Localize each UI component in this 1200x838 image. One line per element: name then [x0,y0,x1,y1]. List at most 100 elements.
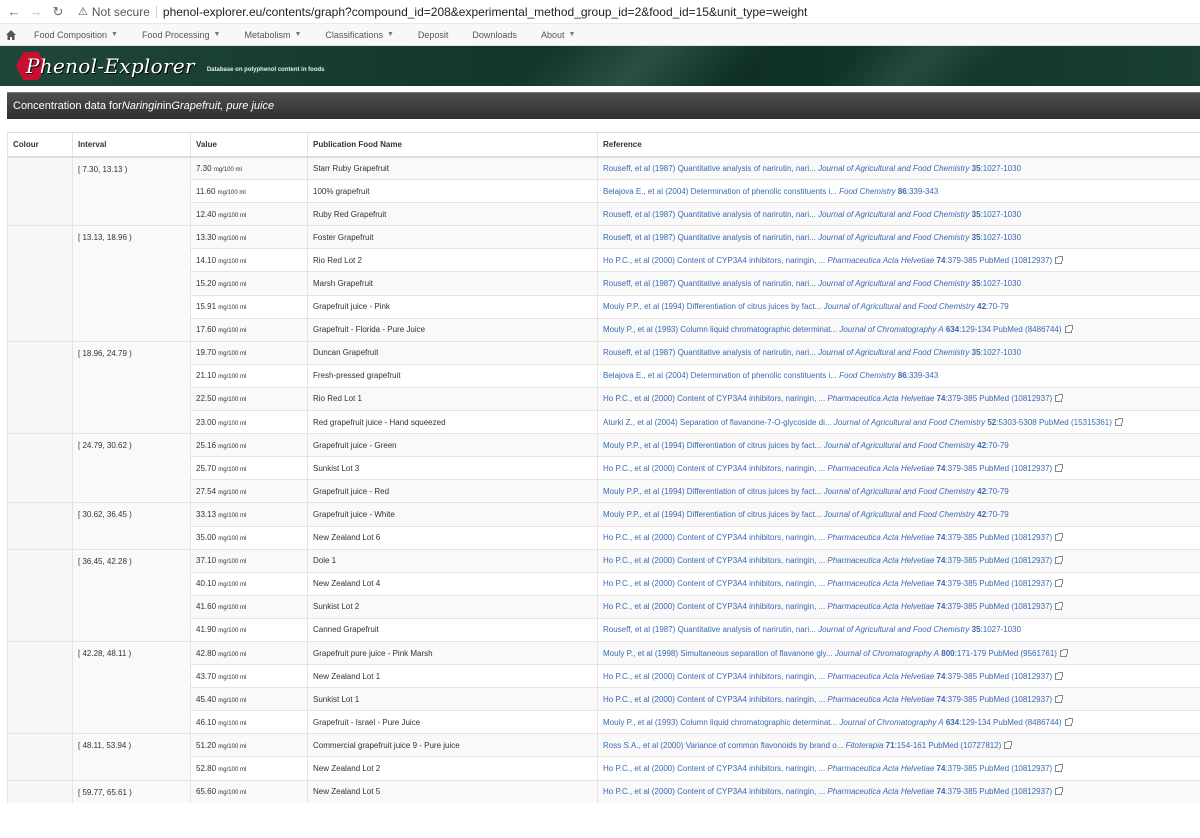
food-name-cell: Sunkist Lot 3 [307,456,598,480]
menu-item[interactable]: Food Composition ▼ [22,30,130,40]
reference-link[interactable]: Ho P.C., et al (2000) Content of CYP3A4 … [603,764,827,773]
value-unit: mg/100 ml [218,512,247,519]
caret-down-icon: ▼ [213,31,221,38]
external-link-icon[interactable] [1055,671,1064,680]
title-prefix: Concentration data for [13,100,122,112]
reference-cell: Mouly P., et al (1998) Simultaneous sepa… [597,640,1200,665]
phenol-explorer-logo[interactable]: Phenol-Explorer [10,51,195,81]
pubmed-link[interactable]: PubMed (10812937) [977,556,1052,565]
header-interval: Interval [72,132,191,158]
pubmed-link[interactable]: PubMed (15315361) [1037,418,1112,427]
external-link-icon[interactable] [1055,556,1064,565]
menu-item[interactable]: Downloads [460,30,529,40]
pubmed-link[interactable]: PubMed (10812937) [977,533,1052,542]
reference-link[interactable]: Mouly P., et al (1993) Column liquid chr… [603,718,839,727]
reference-link[interactable]: Rouseff, et al (1987) Quantitative analy… [603,164,818,173]
external-link-icon[interactable] [1004,740,1013,749]
reference-link[interactable]: Ho P.C., et al (2000) Content of CYP3A4 … [603,394,827,403]
value-number: 41.90 [196,625,217,635]
value-cell: 37.10 mg/100 ml [190,548,308,573]
reference-link[interactable]: Mouly P.P., et al (1994) Differentiation… [603,510,824,519]
reference-link[interactable]: Rouseff, et al (1987) Quantitative analy… [603,625,818,634]
url-box[interactable]: ⚠ Not secure phenol-explorer.eu/contents… [78,5,807,19]
reference-link[interactable]: Mouly P., et al (1998) Simultaneous sepa… [603,649,835,658]
value-unit: mg/100 ml [218,397,247,404]
menu-item[interactable]: Food Processing ▼ [130,30,232,40]
reference-link[interactable]: Mouly P.P., et al (1994) Differentiation… [603,441,824,450]
reference-journal: Pharmaceutica Acta Helvetiae [827,602,935,612]
reference-link[interactable]: Ho P.C., et al (2000) Content of CYP3A4 … [603,556,827,565]
external-link-icon[interactable] [1055,763,1064,772]
external-link-icon[interactable] [1055,787,1064,796]
pubmed-link[interactable]: PubMed (10812937) [977,579,1052,588]
pubmed-link[interactable]: PubMed (10812937) [977,672,1052,681]
value-cell: 41.60 mg/100 ml [190,594,308,619]
pubmed-link[interactable]: PubMed (10812937) [977,764,1052,773]
colour-cell [7,155,73,226]
reference-link[interactable]: Ho P.C., et al (2000) Content of CYP3A4 … [603,602,827,611]
external-link-icon[interactable] [1064,717,1073,726]
reference-link[interactable]: Aturki Z., et al (2004) Separation of fl… [603,418,834,427]
external-link-icon[interactable] [1064,325,1073,334]
reference-link[interactable]: Ho P.C., et al (2000) Content of CYP3A4 … [603,533,827,542]
pubmed-link[interactable]: PubMed (10812937) [977,256,1052,265]
reference-link[interactable]: Ho P.C., et al (2000) Content of CYP3A4 … [603,672,827,681]
external-link-icon[interactable] [1114,417,1123,426]
reference-journal: Pharmaceutica Acta Helvetiae [827,533,935,543]
pubmed-link[interactable]: PubMed (10812937) [977,394,1052,403]
menu-item[interactable]: Metabolism ▼ [232,30,313,40]
menu-item[interactable]: About ▼ [529,30,587,40]
reference-journal: Pharmaceutica Acta Helvetiae [827,787,935,797]
back-arrow-icon[interactable]: ← [6,4,22,20]
pubmed-link[interactable]: PubMed (8486744) [991,325,1062,334]
pubmed-link[interactable]: PubMed (10812937) [977,695,1052,704]
external-link-icon[interactable] [1059,648,1068,657]
reference-link[interactable]: Ho P.C., et al (2000) Content of CYP3A4 … [603,787,827,796]
external-link-icon[interactable] [1055,463,1064,472]
reference-link[interactable]: Rouseff, et al (1987) Quantitative analy… [603,233,818,242]
value-cell: 13.30 mg/100 ml [190,225,308,249]
value-cell: 43.70 mg/100 ml [190,664,308,688]
reference-link[interactable]: Mouly P., et al (1993) Column liquid chr… [603,325,839,334]
reload-icon[interactable]: ↻ [50,4,66,20]
external-link-icon[interactable] [1055,394,1064,403]
value-unit: mg/100 ml [218,720,247,727]
pubmed-link[interactable]: PubMed (8486744) [991,718,1062,727]
pubmed-link[interactable]: PubMed (9561761) [986,649,1057,658]
menu-item[interactable]: Deposit [406,30,461,40]
reference-link[interactable]: Ho P.C., et al (2000) Content of CYP3A4 … [603,256,827,265]
value-cell: 15.20 mg/100 ml [190,271,308,296]
warning-icon[interactable]: ⚠ [78,5,88,18]
pubmed-link[interactable]: PubMed (10812937) [977,464,1052,473]
reference-pages: :1027-1030 [980,348,1022,358]
reference-link[interactable]: Rouseff, et al (1987) Quantitative analy… [603,210,818,219]
pubmed-link[interactable]: PubMed (10727812) [926,741,1001,750]
home-icon[interactable] [0,29,22,41]
external-link-icon[interactable] [1055,579,1064,588]
url-text[interactable]: phenol-explorer.eu/contents/graph?compou… [163,5,807,19]
reference-link[interactable]: Ho P.C., et al (2000) Content of CYP3A4 … [603,579,827,588]
value-unit: mg/100 ml [218,651,247,658]
reference-volume: 35 [971,279,981,289]
reference-link[interactable]: Ho P.C., et al (2000) Content of CYP3A4 … [603,464,827,473]
reference-pages: :70-79 [986,509,1009,519]
menu-item[interactable]: Classifications ▼ [313,30,405,40]
external-link-icon[interactable] [1055,694,1064,703]
reference-link[interactable]: Ho P.C., et al (2000) Content of CYP3A4 … [603,695,827,704]
reference-link[interactable]: Ross S.A., et al (2000) Variance of comm… [603,741,846,750]
reference-link[interactable]: Mouly P.P., et al (1994) Differentiation… [603,487,824,496]
reference-link[interactable]: Rouseff, et al (1987) Quantitative analy… [603,279,818,288]
header-colour: Colour [7,132,73,158]
external-link-icon[interactable] [1055,255,1064,264]
reference-link[interactable]: Rouseff, et al (1987) Quantitative analy… [603,348,818,357]
pubmed-link[interactable]: PubMed (10812937) [977,602,1052,611]
forward-arrow-icon[interactable]: → [28,4,44,20]
table-row: [ 7.30, 13.13 ) 7.30 mg/100 ml Starr Ruby … [7,155,1200,226]
external-link-icon[interactable] [1055,533,1064,542]
reference-link[interactable]: Mouly P.P., et al (1994) Differentiation… [603,302,824,311]
title-compound: Naringin [121,100,163,112]
reference-link[interactable]: Belajova E., et al (2004) Determination … [603,371,839,380]
reference-link[interactable]: Belajova E., et al (2004) Determination … [603,187,839,196]
pubmed-link[interactable]: PubMed (10812937) [977,787,1052,796]
external-link-icon[interactable] [1055,602,1064,611]
